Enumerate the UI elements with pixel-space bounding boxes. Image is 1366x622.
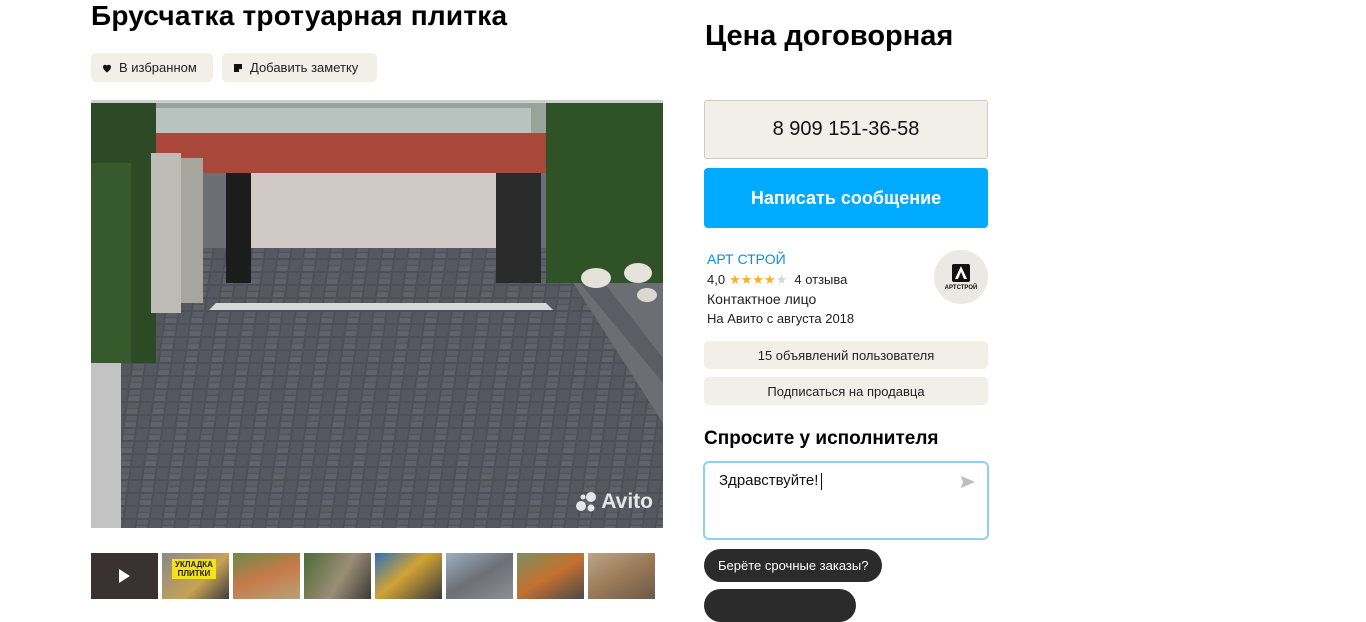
thumbnail-strip: УКЛАДКА ПЛИТКИ xyxy=(91,553,655,599)
paving-photo-illustration xyxy=(91,103,663,528)
avito-logo-icon xyxy=(576,492,597,512)
price: Цена договорная xyxy=(705,20,954,52)
favorite-button[interactable]: В избранном xyxy=(91,53,213,82)
write-message-button[interactable]: Написать сообщение xyxy=(704,168,988,228)
subscribe-seller-button[interactable]: Подписаться на продавца xyxy=(704,377,988,405)
avito-watermark: Avito xyxy=(575,490,653,514)
thumbnail-video[interactable] xyxy=(91,553,158,599)
thumbnail[interactable] xyxy=(446,553,513,599)
quick-reply-chip[interactable] xyxy=(704,589,856,622)
add-note-label: Добавить заметку xyxy=(250,60,359,75)
user-ads-button[interactable]: 15 объявлений пользователя xyxy=(704,341,988,369)
star-empty-icon: ★ xyxy=(775,272,788,287)
seller-name-link[interactable]: АРТ СТРОЙ xyxy=(707,251,786,267)
note-icon xyxy=(234,63,242,72)
avatar-text: АРТСТРОЙ xyxy=(944,285,978,291)
thumbnail[interactable] xyxy=(304,553,371,599)
add-note-button[interactable]: Добавить заметку xyxy=(222,53,377,82)
thumbnail[interactable] xyxy=(375,553,442,599)
ask-message-text: Здравствуйте! xyxy=(719,472,819,489)
star-filled-icon: ★ xyxy=(729,272,741,287)
rating-value: 4,0 xyxy=(707,272,726,287)
ask-message-input[interactable]: Здравствуйте! xyxy=(703,461,989,540)
send-icon[interactable] xyxy=(960,474,976,490)
thumbnail[interactable] xyxy=(233,553,300,599)
thumbnail[interactable] xyxy=(588,553,655,599)
seller-since: На Авито с августа 2018 xyxy=(707,311,855,326)
quick-reply-chip[interactable]: Берёте срочные заказы? xyxy=(704,549,883,582)
thumbnail[interactable] xyxy=(517,553,584,599)
star-filled-icon: ★ xyxy=(740,272,753,287)
ask-heading: Спросите у исполнителя xyxy=(704,428,939,449)
favorite-label: В избранном xyxy=(119,60,197,75)
star-filled-icon: ★ xyxy=(764,272,776,287)
main-photo[interactable]: Avito xyxy=(91,100,663,528)
text-cursor xyxy=(821,472,823,490)
watermark-text: Avito xyxy=(601,490,653,513)
artstroy-logo-icon xyxy=(952,264,970,282)
show-phone-button[interactable]: 8 909 151-36-58 xyxy=(704,100,988,159)
heart-icon xyxy=(103,64,111,72)
rating-stars: ★ ★ ★ ★ ★ xyxy=(729,273,787,286)
reviews-link[interactable]: 4 отзыва xyxy=(794,272,847,287)
star-filled-icon: ★ xyxy=(752,272,765,287)
seller-avatar[interactable]: АРТСТРОЙ xyxy=(934,250,988,304)
seller-rating: 4,0 ★ ★ ★ ★ ★ 4 отзыва xyxy=(707,272,847,287)
play-icon xyxy=(119,569,130,583)
listing-title: Брусчатка тротуарная плитка xyxy=(91,0,508,31)
thumbnail-caption: УКЛАДКА ПЛИТКИ xyxy=(172,559,216,579)
contact-person: Контактное лицо xyxy=(707,291,817,307)
thumbnail[interactable]: УКЛАДКА ПЛИТКИ xyxy=(162,553,229,599)
